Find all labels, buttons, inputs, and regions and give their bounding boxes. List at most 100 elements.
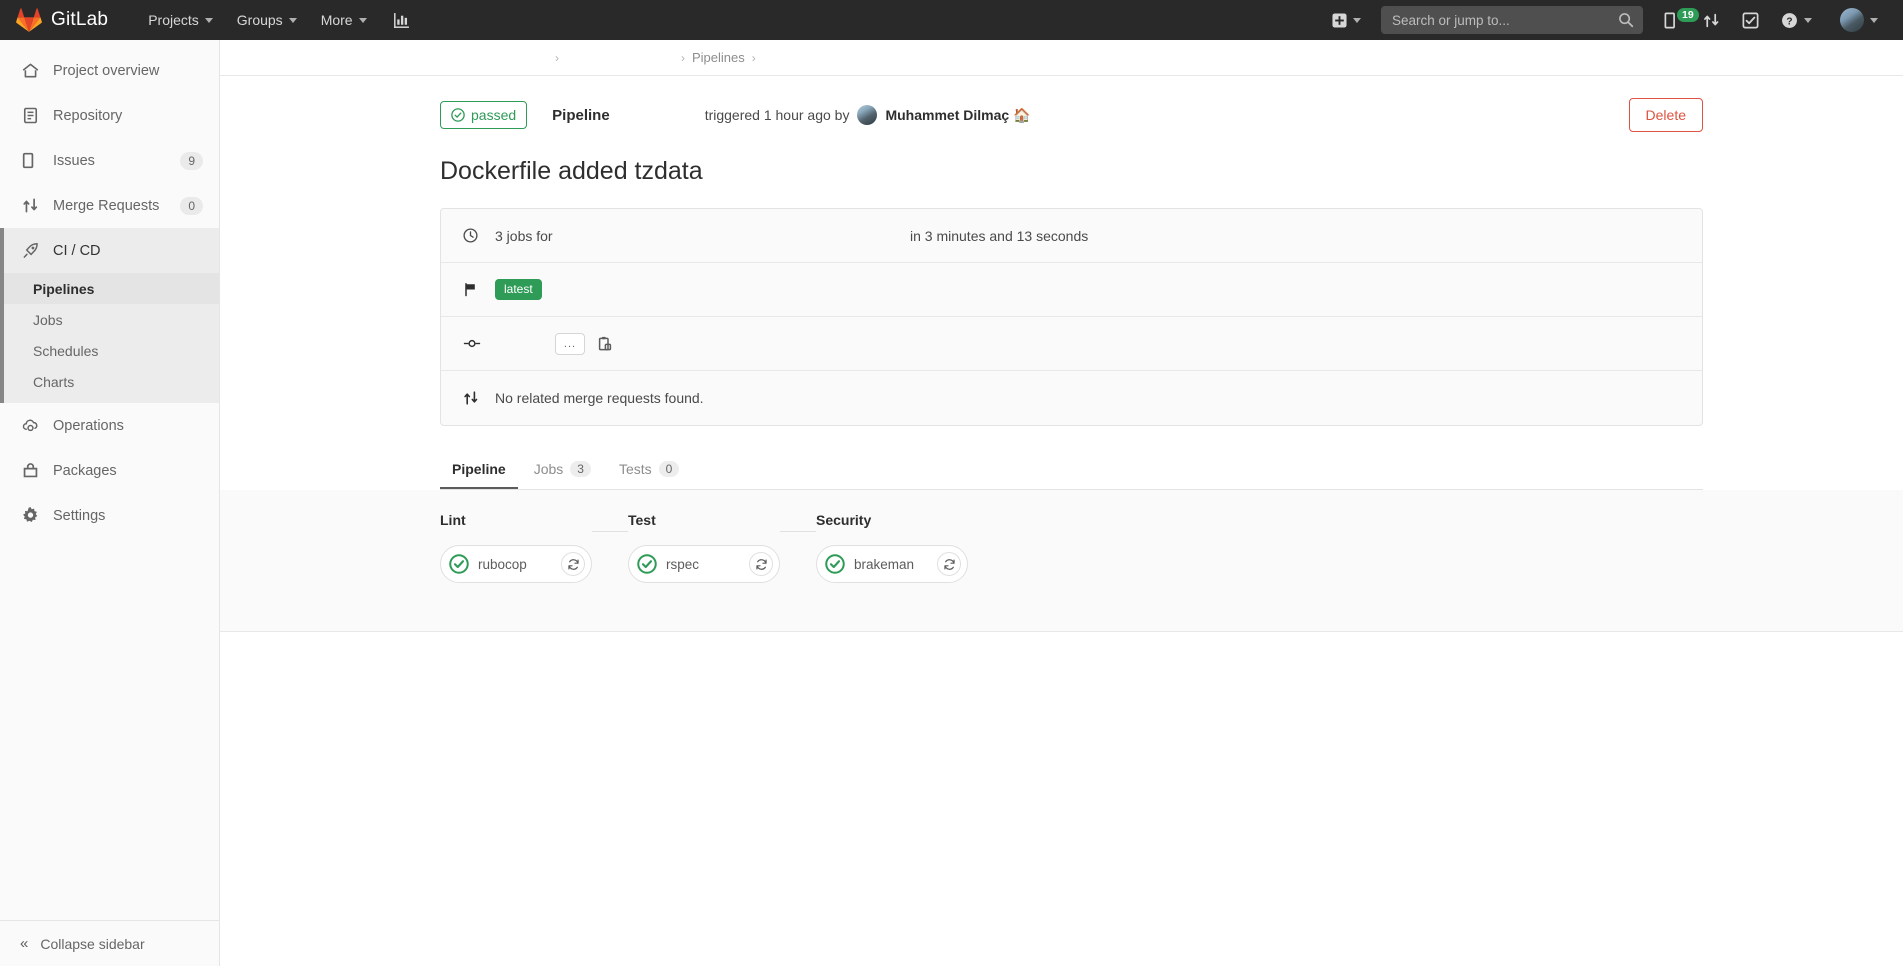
tab-jobs-count: 3 <box>570 461 591 477</box>
sidebar-label: Issues <box>53 152 95 169</box>
nav-merge-requests-button[interactable] <box>1692 0 1731 40</box>
retry-icon <box>943 558 955 570</box>
nav-issues-button[interactable]: 19 <box>1653 0 1699 40</box>
breadcrumb-separator: › <box>751 50 756 65</box>
navbar-left: GitLab Projects Groups More <box>0 0 424 40</box>
sidebar-label: Merge Requests <box>53 197 160 214</box>
new-item-button[interactable] <box>1322 12 1371 28</box>
nav-analytics-button[interactable] <box>379 0 424 40</box>
svg-text:?: ? <box>1786 16 1792 27</box>
sidebar-item-project-overview[interactable]: Project overview <box>0 48 219 93</box>
pipeline-trigger-info: triggered 1 hour ago by Muhammet Dilmaç … <box>704 105 1030 125</box>
sidebar-item-jobs[interactable]: Jobs <box>0 304 219 335</box>
retry-job-button[interactable] <box>561 552 585 576</box>
clock-icon <box>463 228 481 243</box>
jobs-duration-row: 3 jobs for in 3 minutes and 13 seconds <box>441 209 1702 263</box>
job-name: brakeman <box>854 556 915 572</box>
sidebar-item-packages[interactable]: Packages <box>0 448 219 493</box>
question-circle-icon: ? <box>1782 12 1797 28</box>
cloud-gear-icon <box>20 417 40 434</box>
sidebar-label: CI / CD <box>53 242 101 259</box>
sidebar-item-schedules[interactable]: Schedules <box>0 335 219 366</box>
retry-job-button[interactable] <box>749 552 773 576</box>
sidebar-item-operations[interactable]: Operations <box>0 403 219 448</box>
stage-security: Security brakeman <box>816 512 968 583</box>
sidebar-item-repository[interactable]: Repository <box>0 93 219 138</box>
nav-more[interactable]: More <box>309 0 379 40</box>
sidebar-item-issues[interactable]: Issues 9 <box>0 138 219 183</box>
commit-row: ... <box>441 317 1702 371</box>
nav-more-label: More <box>320 12 353 28</box>
triggered-text: triggered 1 hour ago by <box>704 107 850 123</box>
merge-request-icon <box>463 390 481 406</box>
status-badge[interactable]: passed <box>440 101 528 129</box>
avatar[interactable] <box>857 105 878 125</box>
chevron-down-icon <box>1870 17 1878 23</box>
chevron-down-icon <box>1353 17 1361 23</box>
sidebar-item-merge-requests[interactable]: Merge Requests 0 <box>0 183 219 228</box>
breadcrumb-item-pipelines[interactable]: Pipelines <box>692 50 745 65</box>
breadcrumb-separator: › <box>555 50 559 65</box>
top-navbar: GitLab Projects Groups More Search or ju… <box>0 0 1903 40</box>
collapse-sidebar-button[interactable]: « Collapse sidebar <box>0 920 219 966</box>
sub-label: Charts <box>33 373 75 390</box>
delete-button[interactable]: Delete <box>1628 98 1703 132</box>
todo-check-icon <box>1742 12 1759 28</box>
gitlab-brand[interactable]: GitLab <box>51 9 108 31</box>
pipeline-page: passed Pipeline triggered 1 hour ago by … <box>220 76 1903 632</box>
sub-label: Jobs <box>33 311 63 328</box>
latest-tag-badge[interactable]: latest <box>495 279 542 300</box>
flag-icon <box>463 282 481 297</box>
tab-jobs[interactable]: Jobs 3 <box>522 452 603 489</box>
sidebar-item-ci-cd[interactable]: CI / CD <box>0 228 219 273</box>
stage-lint: Lint rubocop <box>440 512 592 583</box>
job-rubocop[interactable]: rubocop <box>440 545 592 583</box>
pipeline-duration-text: in 3 minutes and 13 seconds <box>910 227 1089 244</box>
nav-todos-button[interactable] <box>1731 0 1770 40</box>
job-brakeman[interactable]: brakeman <box>816 545 968 583</box>
pipeline-stages: Lint rubocop Test rspec Security brakema… <box>440 512 1903 583</box>
stage-test: Test rspec <box>628 512 780 583</box>
breadcrumb-separator: › <box>681 50 685 65</box>
page-title: Dockerfile added tzdata <box>440 157 703 185</box>
sidebar-item-charts[interactable]: Charts <box>0 366 219 397</box>
sidebar-item-pipelines[interactable]: Pipelines <box>0 273 219 304</box>
merge-request-icon <box>1704 13 1719 27</box>
nav-groups-label: Groups <box>236 12 283 28</box>
stage-connector <box>592 531 628 532</box>
commit-expand-button[interactable]: ... <box>555 332 585 355</box>
gitlab-logo-icon[interactable] <box>16 7 42 33</box>
user-menu-button[interactable] <box>1823 0 1889 40</box>
package-icon <box>20 462 40 479</box>
sidebar-item-settings[interactable]: Settings <box>0 493 219 538</box>
sub-label: Pipelines <box>33 280 95 297</box>
search-input[interactable] <box>1381 6 1643 34</box>
clipboard-icon <box>598 336 612 350</box>
pipeline-info-card: 3 jobs for in 3 minutes and 13 seconds l… <box>440 208 1703 426</box>
tab-pipeline[interactable]: Pipeline <box>440 452 518 489</box>
check-circle-icon <box>637 554 657 574</box>
merge-request-icon <box>20 197 40 214</box>
sidebar-mr-count: 0 <box>180 196 203 215</box>
check-circle-icon <box>825 554 845 574</box>
ci-cd-sub-nav: Pipelines Jobs Schedules Charts <box>0 273 219 403</box>
trigger-user-name[interactable]: Muhammet Dilmaç 🏠 <box>885 107 1030 124</box>
copy-commit-sha-button[interactable] <box>597 336 613 352</box>
issues-icon <box>20 152 40 169</box>
tab-label: Jobs <box>533 461 564 477</box>
tab-label: Pipeline <box>452 461 506 477</box>
nav-groups[interactable]: Groups <box>225 0 309 40</box>
nav-help-button[interactable]: ? <box>1770 0 1823 40</box>
home-icon <box>20 62 40 79</box>
sidebar-label: Operations <box>53 417 124 434</box>
check-circle-icon <box>451 108 465 122</box>
sub-label: Schedules <box>33 342 99 359</box>
chevron-down-icon <box>288 17 297 23</box>
retry-job-button[interactable] <box>937 552 961 576</box>
nav-projects[interactable]: Projects <box>136 0 225 40</box>
chevron-down-icon <box>358 17 367 23</box>
job-rspec[interactable]: rspec <box>628 545 780 583</box>
retry-icon <box>567 558 579 570</box>
double-chevron-left-icon: « <box>20 935 28 952</box>
tab-tests[interactable]: Tests 0 <box>607 452 691 489</box>
